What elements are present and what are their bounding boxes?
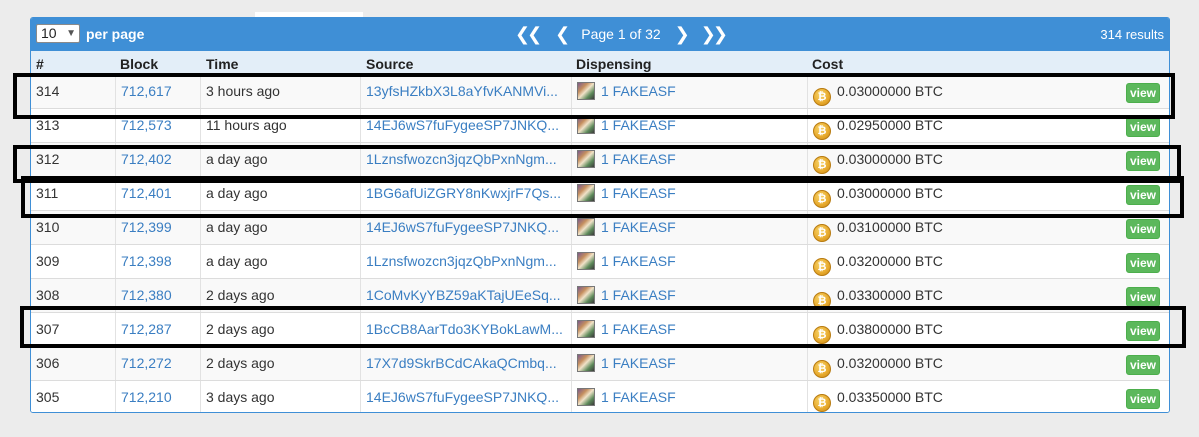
view-button[interactable]: view: [1126, 389, 1160, 409]
first-page-icon[interactable]: ❮❮: [515, 23, 542, 45]
dispensing-cell[interactable]: 1 FAKEASF: [571, 347, 812, 380]
view-button[interactable]: view: [1126, 117, 1160, 137]
cost-value: 0.03100000 BTC: [837, 219, 943, 235]
bitcoin-icon: ₿: [813, 394, 831, 412]
dispensing-asset-link[interactable]: 1 FAKEASF: [601, 253, 676, 269]
cost-value: 0.03200000 BTC: [837, 355, 943, 371]
dispensing-cell[interactable]: 1 FAKEASF: [571, 381, 812, 412]
table-row: 306 712,272 2 days ago 17X7d9SkrBCdCAkaQ…: [31, 347, 1169, 381]
table-row: 309 712,398 a day ago 1Lznsfwozcn3jqzQbP…: [31, 245, 1169, 279]
page-indicator: Page 1 of 32: [581, 26, 661, 42]
view-button[interactable]: view: [1126, 253, 1160, 273]
view-button[interactable]: view: [1126, 355, 1160, 375]
highlight-box: [13, 73, 1175, 119]
column-header-cost[interactable]: Cost: [812, 56, 843, 72]
source-address-link[interactable]: 14EJ6wS7fuFygeeSP7JNKQ...: [360, 381, 572, 412]
time-ago: 2 days ago: [200, 347, 365, 380]
block-link[interactable]: 712,210: [115, 381, 205, 412]
source-address-link[interactable]: 1Lznsfwozcn3jqzQbPxnNgm...: [360, 245, 572, 278]
view-button[interactable]: view: [1126, 287, 1160, 307]
block-link[interactable]: 712,272: [115, 347, 205, 380]
source-address-link[interactable]: 17X7d9SkrBCdCAkaQCmbq...: [360, 347, 572, 380]
asset-thumbnail-icon: [577, 354, 595, 372]
row-number: 309: [36, 253, 60, 269]
cost-value: 0.03350000 BTC: [837, 389, 943, 405]
column-header-dispensing[interactable]: Dispensing: [576, 56, 651, 72]
table-header: # Block Time Source Dispensing Cost: [31, 51, 1169, 75]
asset-thumbnail-icon: [577, 286, 595, 304]
row-number: 306: [36, 355, 60, 371]
cost-value: 0.02950000 BTC: [837, 117, 943, 133]
column-header-block[interactable]: Block: [120, 56, 158, 72]
dispensing-asset-link[interactable]: 1 FAKEASF: [601, 117, 676, 133]
prev-page-icon[interactable]: ❮: [555, 23, 570, 45]
asset-thumbnail-icon: [577, 388, 595, 406]
pagination: ❮❮ ❮ Page 1 of 32 ❯ ❯❯: [515, 23, 728, 45]
column-header-source[interactable]: Source: [366, 56, 413, 72]
table-body: 314 712,617 3 hours ago 13yfsHZkbX3L8aYf…: [31, 75, 1169, 412]
chevron-down-icon: ▼: [66, 28, 76, 39]
column-header-number[interactable]: #: [36, 56, 44, 72]
highlight-box: [21, 176, 1184, 218]
last-page-icon[interactable]: ❯❯: [701, 23, 728, 45]
results-count: 314 results: [1100, 27, 1164, 42]
dispensing-cell[interactable]: 1 FAKEASF: [571, 245, 812, 278]
row-number: 305: [36, 389, 60, 405]
table-toolbar: 10 ▼ per page ❮❮ ❮ Page 1 of 32 ❯ ❯❯ 314…: [31, 18, 1169, 51]
per-page-value: 10: [41, 25, 57, 41]
cost-value: 0.03300000 BTC: [837, 287, 943, 303]
dispensing-asset-link[interactable]: 1 FAKEASF: [601, 389, 676, 405]
table-row: 305 712,210 3 days ago 14EJ6wS7fuFygeeSP…: [31, 381, 1169, 412]
asset-thumbnail-icon: [577, 252, 595, 270]
column-header-time[interactable]: Time: [206, 56, 238, 72]
dispensing-asset-link[interactable]: 1 FAKEASF: [601, 287, 676, 303]
bitcoin-icon: ₿: [813, 258, 831, 276]
block-link[interactable]: 712,398: [115, 245, 205, 278]
cost-cell: ₿ 0.03200000 BTC: [807, 347, 1103, 380]
per-page-select[interactable]: 10 ▼: [36, 24, 80, 43]
dispensing-asset-link[interactable]: 1 FAKEASF: [601, 355, 676, 371]
view-button[interactable]: view: [1126, 219, 1160, 239]
asset-thumbnail-icon: [577, 218, 595, 236]
cost-cell: ₿ 0.03350000 BTC: [807, 381, 1103, 412]
next-page-icon[interactable]: ❯: [675, 23, 690, 45]
cost-value: 0.03200000 BTC: [837, 253, 943, 269]
bitcoin-icon: ₿: [813, 122, 831, 140]
dispensing-asset-link[interactable]: 1 FAKEASF: [601, 219, 676, 235]
bitcoin-icon: ₿: [813, 360, 831, 378]
cost-cell: ₿ 0.03200000 BTC: [807, 245, 1103, 278]
bitcoin-icon: ₿: [813, 224, 831, 242]
time-ago: a day ago: [200, 245, 365, 278]
highlight-box: [20, 306, 1186, 348]
time-ago: 3 days ago: [200, 381, 365, 412]
per-page-label: per page: [86, 26, 145, 42]
